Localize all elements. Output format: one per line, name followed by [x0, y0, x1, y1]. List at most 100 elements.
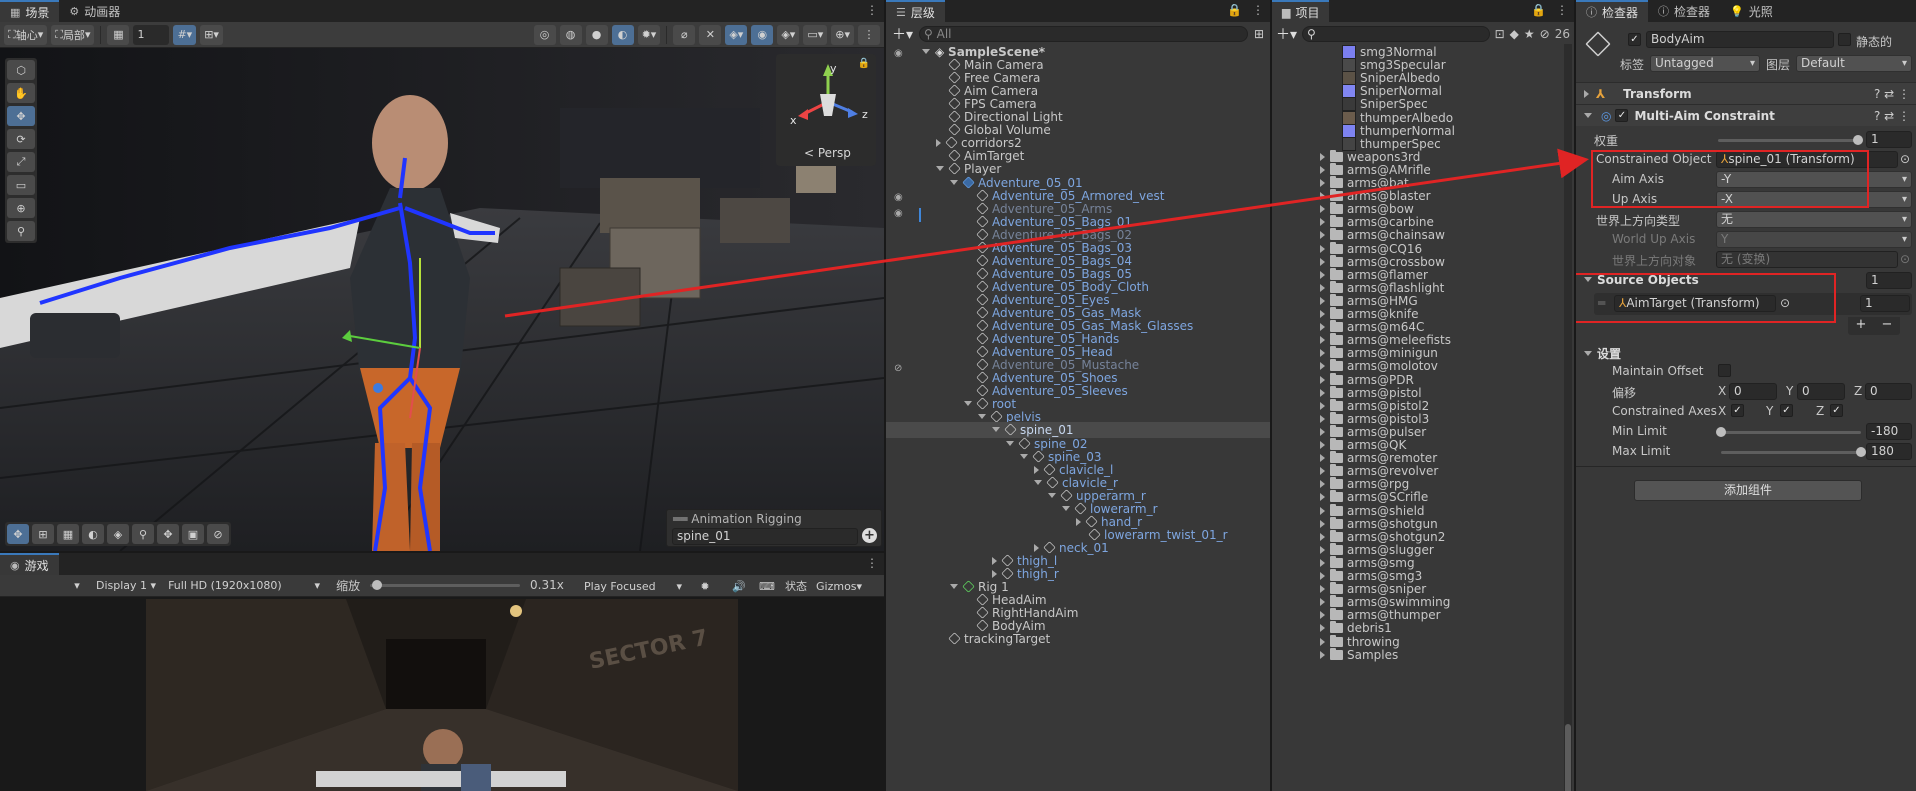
- tab-scene[interactable]: ▦ 场景: [0, 0, 60, 22]
- rig-transform-icon[interactable]: ✥: [157, 524, 179, 544]
- expand-arrow-icon[interactable]: [1320, 283, 1325, 292]
- expand-arrow-icon[interactable]: [1320, 192, 1325, 201]
- audio-icon[interactable]: 🔊: [728, 576, 750, 596]
- static-checkbox[interactable]: [1838, 33, 1851, 46]
- rig-rotate-icon[interactable]: ◐: [82, 524, 104, 544]
- expand-arrow-icon[interactable]: [1320, 218, 1325, 227]
- visibility-icon[interactable]: ◉: [894, 48, 903, 59]
- object-picker-icon[interactable]: ⊙: [1900, 152, 1910, 166]
- hidden-icon[interactable]: ⊘: [894, 363, 902, 374]
- offset-z-input[interactable]: 0: [1865, 383, 1912, 400]
- weight-input[interactable]: 1: [1866, 131, 1912, 148]
- expand-arrow-icon[interactable]: [992, 556, 997, 565]
- wireframe-icon[interactable]: ◎: [533, 24, 556, 45]
- aim-axis-dropdown[interactable]: -Y: [1716, 171, 1912, 188]
- layers-icon[interactable]: ◈▾: [725, 24, 748, 45]
- add-component-button[interactable]: 添加组件: [1634, 480, 1862, 501]
- expand-arrow-icon[interactable]: [1320, 401, 1325, 410]
- visibility-icon[interactable]: ◉: [751, 24, 774, 45]
- custom-tool-icon[interactable]: ⚲: [7, 221, 35, 241]
- axis-x-checkbox[interactable]: ✓: [1731, 404, 1744, 417]
- orientation-gizmo[interactable]: y x z 🔒 < Persp: [776, 54, 876, 166]
- transform-header[interactable]: ⅄ Transform ? ⇄ ⋮: [1576, 82, 1916, 104]
- lock-icon[interactable]: 🔒: [1227, 3, 1242, 17]
- stats-button[interactable]: 状态: [781, 576, 811, 596]
- expand-arrow-icon[interactable]: [1320, 545, 1325, 554]
- expand-arrow-icon[interactable]: [1034, 543, 1039, 552]
- max-limit-slider[interactable]: [1721, 451, 1861, 454]
- 2d-toggle-icon[interactable]: ⌀: [673, 24, 696, 45]
- more-icon[interactable]: ⋮: [1556, 3, 1568, 17]
- bug-icon[interactable]: ✹: [694, 576, 716, 596]
- persp-label[interactable]: < Persp: [804, 146, 851, 160]
- collapse-arrow-icon[interactable]: [1034, 479, 1042, 485]
- min-limit-input[interactable]: -180: [1866, 423, 1912, 440]
- offset-y-input[interactable]: 0: [1797, 383, 1845, 400]
- lit-icon[interactable]: ◐: [611, 24, 634, 45]
- expand-arrow-icon[interactable]: [1320, 231, 1325, 240]
- expand-arrow-icon[interactable]: [1320, 323, 1325, 332]
- expand-arrow-icon[interactable]: [1320, 624, 1325, 633]
- pivot-dropdown[interactable]: ⛶ 轴心 ▾: [4, 24, 48, 45]
- weight-slider-knob[interactable]: [1853, 135, 1863, 145]
- create-button[interactable]: ＋▾: [1276, 24, 1297, 44]
- tab-inspector[interactable]: ⓘ 检查器: [1576, 0, 1649, 22]
- layer-dropdown[interactable]: Default: [1796, 55, 1912, 72]
- hierarchy-item[interactable]: trackingTarget: [886, 631, 1270, 647]
- tab-game[interactable]: ◉ 游戏: [0, 553, 59, 575]
- max-limit-knob[interactable]: [1856, 447, 1866, 457]
- tab-project[interactable]: ▆ 项目: [1272, 0, 1330, 22]
- expand-arrow-icon[interactable]: [1320, 532, 1325, 541]
- world-up-type-dropdown[interactable]: 无: [1716, 211, 1912, 228]
- hand-tool-icon[interactable]: ✋: [7, 83, 35, 103]
- expand-arrow-icon[interactable]: [1320, 310, 1325, 318]
- collapse-arrow-icon[interactable]: [950, 179, 958, 185]
- tab-lighting[interactable]: 💡 光照: [1720, 0, 1783, 22]
- game-view-dropdown[interactable]: ▾: [66, 576, 88, 596]
- constraint-enabled-checkbox[interactable]: ✓: [1615, 109, 1629, 122]
- hierarchy-search-input[interactable]: ⚲ All: [919, 26, 1248, 42]
- add-button[interactable]: ＋▾: [892, 24, 913, 44]
- view-tool-icon[interactable]: ⬡: [7, 60, 35, 80]
- scene-tab-menu[interactable]: ⋮: [866, 3, 878, 17]
- filter-type-icon[interactable]: ⊡: [1495, 27, 1505, 41]
- maintain-offset-checkbox[interactable]: [1718, 364, 1731, 377]
- transform-tool-icon[interactable]: ⊕: [7, 198, 35, 218]
- scene-more-icon[interactable]: ⋮: [858, 24, 880, 45]
- tab-inspector-2[interactable]: ⓘ 检查器: [1648, 0, 1720, 22]
- expand-arrow-icon[interactable]: [1320, 257, 1325, 266]
- source-weight-input[interactable]: 1: [1860, 295, 1910, 312]
- expand-arrow-icon[interactable]: [1320, 296, 1325, 305]
- hidden-count-icon[interactable]: ⊘: [1540, 27, 1550, 41]
- expand-arrow-icon[interactable]: [1320, 244, 1325, 253]
- lock-icon[interactable]: 🔒: [1531, 3, 1546, 17]
- rig-nav-icon[interactable]: ⊘: [207, 524, 229, 544]
- search-options-icon[interactable]: ⊞: [1254, 27, 1264, 41]
- min-limit-slider[interactable]: [1721, 431, 1861, 434]
- object-name-input[interactable]: BodyAim: [1646, 31, 1834, 48]
- play-focus-dropdown[interactable]: Play Focused ▾: [580, 576, 686, 596]
- collapse-arrow-icon[interactable]: [1006, 440, 1014, 446]
- rig-align-icon[interactable]: ⊞: [32, 524, 54, 544]
- space-dropdown[interactable]: ⛶ 局部 ▾: [51, 24, 95, 45]
- game-viewport[interactable]: SECTOR 7: [146, 599, 738, 791]
- gizmos-dropdown[interactable]: Gizmos ▾: [812, 576, 866, 596]
- filter-label-icon[interactable]: ◆: [1510, 27, 1519, 41]
- project-scrollbar[interactable]: [1564, 44, 1572, 791]
- add-icon[interactable]: +: [862, 528, 877, 543]
- gizmo-toggle-icon[interactable]: ⊕▾: [831, 24, 854, 45]
- constrained-object-field[interactable]: ⅄spine_01 (Transform): [1716, 151, 1898, 168]
- expand-arrow-icon[interactable]: [1320, 585, 1325, 594]
- snap-icon[interactable]: ⊞▾: [200, 24, 223, 45]
- drag-handle-icon[interactable]: ══: [673, 512, 691, 526]
- axis-y-checkbox[interactable]: ✓: [1780, 404, 1793, 417]
- component-actions[interactable]: ? ⇄ ⋮: [1874, 109, 1910, 123]
- collapse-arrow-icon[interactable]: [978, 414, 986, 420]
- more-icon[interactable]: ⋮: [866, 3, 878, 17]
- shaded-wire-icon[interactable]: ◍: [559, 24, 582, 45]
- more-icon[interactable]: ⋮: [866, 556, 878, 570]
- expand-arrow-icon[interactable]: [1320, 637, 1325, 646]
- expand-arrow-icon[interactable]: [1320, 349, 1325, 358]
- collapse-arrow-icon[interactable]: [950, 584, 958, 590]
- effects-icon[interactable]: ◈▾: [777, 24, 800, 45]
